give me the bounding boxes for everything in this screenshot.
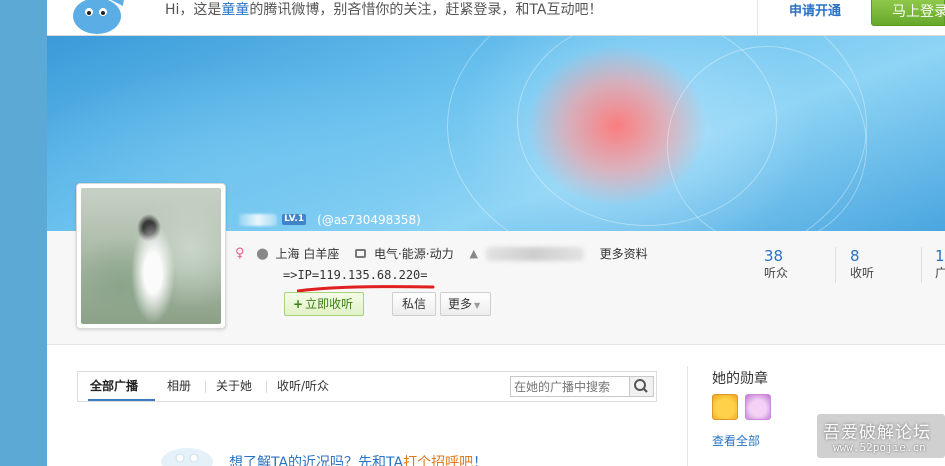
qq-mascot-icon <box>161 448 213 466</box>
location-pin-icon: ⬤ <box>256 246 269 260</box>
profile-meta-row: ♀ ⬤ 上海 白羊座 电气·能源·动力 ▲ 更多资料 <box>235 244 648 263</box>
location-text: 上海 白羊座 <box>275 246 340 261</box>
view-all-medals-link[interactable]: 查看全部 <box>712 432 760 449</box>
occupation-text: 电气·能源·动力 <box>373 246 454 261</box>
medal-badge-icon[interactable] <box>712 394 738 420</box>
search-icon <box>634 379 648 393</box>
broadcast-search-input[interactable] <box>510 376 630 397</box>
forum-watermark: 吾爱破解论坛 <box>823 423 931 443</box>
more-label: 更多 <box>448 297 473 311</box>
level-badge: LV.1 <box>282 214 307 225</box>
login-now-button[interactable]: 马上登录 <box>871 0 945 26</box>
say-hello-link[interactable]: 打个招呼吧 <box>403 455 473 466</box>
forum-watermark-url: www.52pojie.cn <box>833 441 926 454</box>
tip-text: 想了解TA的近况吗？先和TA <box>229 455 404 466</box>
blurred-nickname <box>239 213 277 226</box>
blurred-school <box>485 246 584 261</box>
stat-divider <box>921 247 922 283</box>
graduation-cap-icon: ▲ <box>469 246 478 260</box>
search-button[interactable] <box>630 376 654 397</box>
greeting-name-link[interactable]: 童童 <box>221 2 249 18</box>
stat-label: 广 <box>935 266 945 280</box>
more-actions-dropdown[interactable]: 更多 ▼ <box>440 292 491 316</box>
tab-about-her[interactable]: 关于她 <box>216 372 252 401</box>
tab-separator <box>266 381 267 393</box>
username-row: LV.1 (@as730498358) <box>239 209 421 227</box>
stat-label: 收听 <box>850 266 875 280</box>
apply-open-link[interactable]: 申请开通 <box>789 2 841 22</box>
avatar <box>81 188 221 324</box>
stat-number: 38 <box>764 247 784 265</box>
tab-following-listeners[interactable]: 收听/听众 <box>277 372 329 401</box>
stat-label: 听众 <box>764 266 789 280</box>
greeting-suffix: 的腾讯微博，别吝惜你的关注，赶紧登录，和TA互动吧！ <box>249 2 603 18</box>
topbar-divider <box>757 0 758 36</box>
stat-broadcasts[interactable]: 1 广 <box>935 247 945 281</box>
sidebar-divider <box>687 366 688 466</box>
private-message-button[interactable]: 私信 <box>392 292 436 316</box>
medals-title: 她的勋章 <box>712 371 768 387</box>
tab-all-broadcasts[interactable]: 全部广播 <box>88 372 155 401</box>
page: Hi，这是童童的腾讯微博，别吝惜你的关注，赶紧登录，和TA互动吧！ 申请开通 马… <box>47 0 945 466</box>
tab-separator <box>205 381 206 393</box>
stat-following[interactable]: 8 收听 <box>850 247 874 281</box>
tip-end: ！ <box>473 455 488 466</box>
stat-number: 8 <box>850 247 860 265</box>
medal-badge-icon[interactable] <box>745 394 771 420</box>
more-info-link[interactable]: 更多资料 <box>600 245 648 263</box>
ip-annotation: =>IP=119.135.68.220= <box>283 268 428 282</box>
stat-divider <box>835 247 836 283</box>
feed-tabs: 全部广播 相册 关于她 收听/听众 <box>77 371 657 402</box>
greeting-prefix: Hi，这是 <box>165 2 222 18</box>
stat-listeners[interactable]: 38 听众 <box>764 247 788 281</box>
follow-label: 立即收听 <box>305 297 354 311</box>
stat-number: 1 <box>935 247 945 265</box>
plus-icon: + <box>293 297 304 311</box>
user-handle: (@as730498358) <box>317 212 421 227</box>
tab-album[interactable]: 相册 <box>167 372 191 401</box>
follow-now-button[interactable]: + 立即收听 <box>284 292 364 316</box>
chevron-down-icon: ▼ <box>474 301 481 310</box>
login-prompt-bar: Hi，这是童童的腾讯微博，别吝惜你的关注，赶紧登录，和TA互动吧！ 申请开通 马… <box>47 0 945 36</box>
female-icon: ♀ <box>235 245 245 261</box>
briefcase-icon <box>355 249 367 258</box>
avatar-frame[interactable] <box>76 183 226 329</box>
say-hello-tip: 想了解TA的近况吗？先和TA打个招呼吧！ <box>229 452 487 466</box>
qq-mascot-icon <box>73 0 124 34</box>
greeting-text: Hi，这是童童的腾讯微博，别吝惜你的关注，赶紧登录，和TA互动吧！ <box>165 0 602 20</box>
